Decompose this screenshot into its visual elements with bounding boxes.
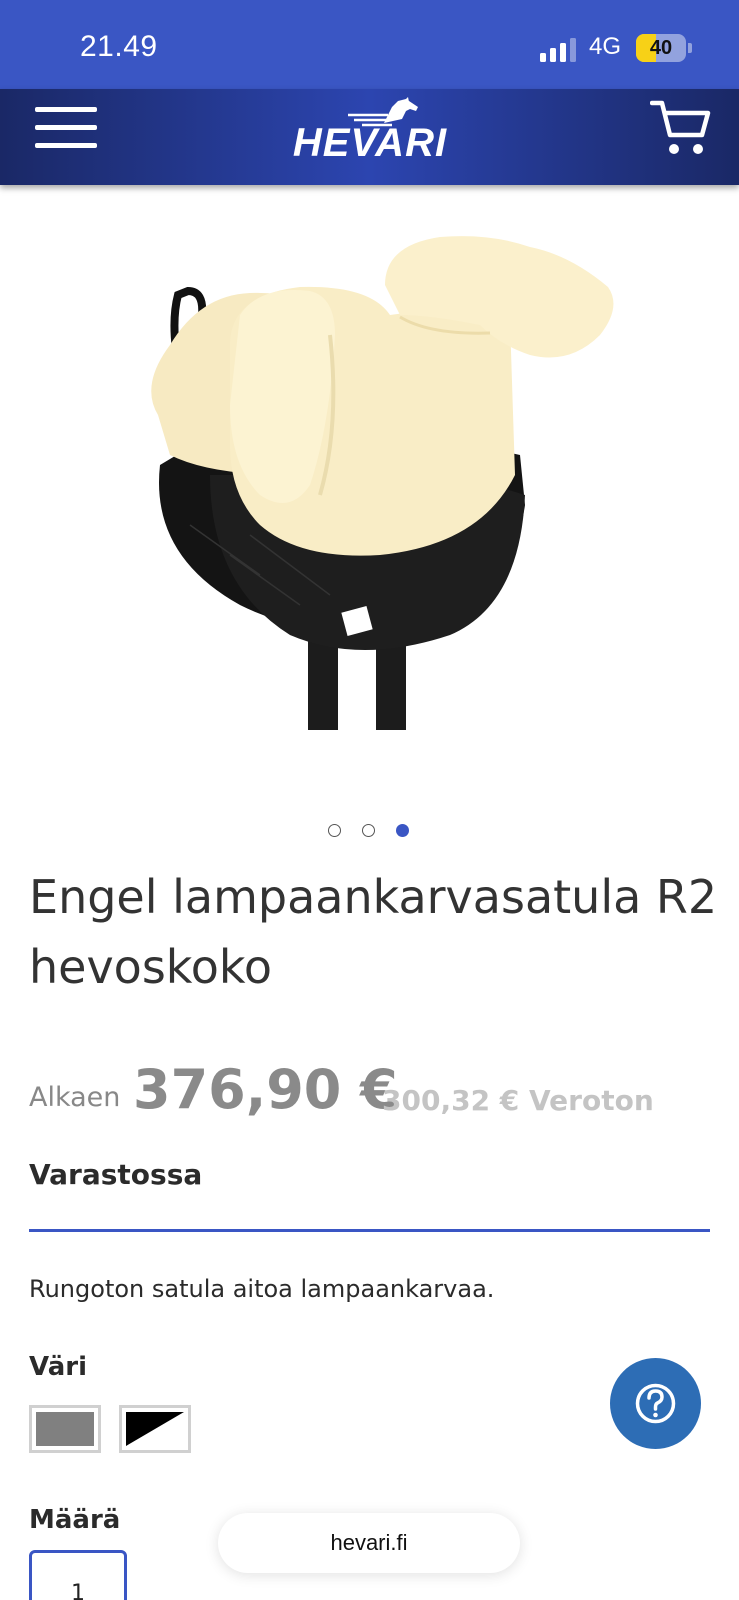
status-bar: 21.49 4G 40 [0, 0, 739, 89]
color-swatch-grey[interactable] [29, 1405, 101, 1453]
menu-button[interactable] [33, 103, 101, 153]
price: 376,90 € [133, 1058, 398, 1121]
quantity-label: Määrä [29, 1505, 121, 1535]
network-type: 4G [589, 33, 622, 60]
price-prefix: Alkaen [29, 1082, 121, 1113]
battery-icon: 40 [636, 34, 686, 62]
hevari-logo[interactable]: HEVARI [288, 97, 452, 169]
saddle-image [151, 236, 614, 730]
carousel-dot-1[interactable] [328, 824, 341, 837]
color-swatch-black-white[interactable] [119, 1405, 191, 1453]
divider [29, 1229, 710, 1232]
logo-text: HEVARI [292, 121, 448, 165]
help-icon [635, 1383, 676, 1424]
carousel-dot-2[interactable] [362, 824, 375, 837]
status-time: 21.49 [80, 30, 158, 63]
carousel-dots [326, 824, 416, 840]
signal-strength-icon [540, 38, 578, 62]
site-header: HEVARI [0, 89, 739, 185]
cart-button[interactable] [649, 97, 712, 159]
help-button[interactable] [610, 1358, 701, 1449]
price-row: Alkaen 376,90 € 300,32 € Veroton [29, 1056, 729, 1121]
quantity-input[interactable]: 1 [29, 1550, 127, 1600]
product-title: Engel lampaankarvasatula R2 hevoskoko [29, 870, 718, 994]
stock-status: Varastossa [29, 1158, 203, 1191]
color-label: Väri [29, 1352, 87, 1382]
battery-level: 40 [649, 37, 673, 59]
cart-icon [649, 100, 711, 154]
menu-icon [35, 107, 97, 112]
product-image[interactable] [130, 225, 640, 735]
battery-nub [688, 43, 692, 53]
url-bar[interactable]: hevari.fi [218, 1513, 520, 1573]
price-vat-free: 300,32 € Veroton [382, 1084, 654, 1117]
product-description: Rungoton satula aitoa lampaankarvaa. [29, 1275, 495, 1303]
carousel-dot-3[interactable] [396, 824, 409, 837]
